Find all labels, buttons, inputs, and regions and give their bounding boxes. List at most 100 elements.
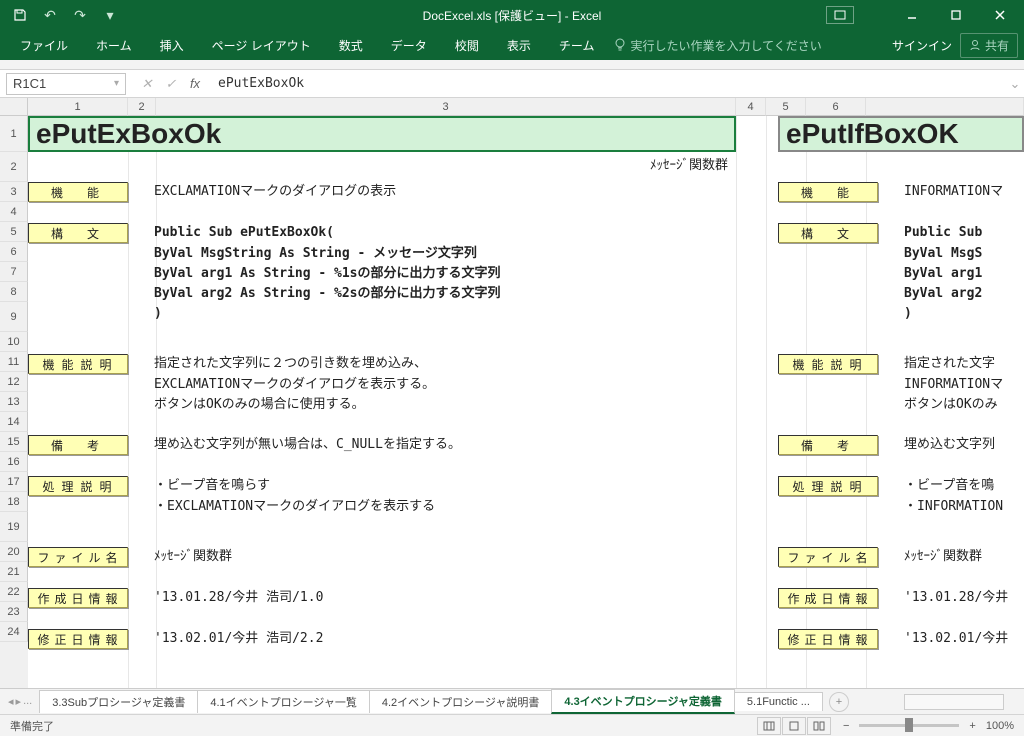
row-header[interactable]: 3 — [0, 182, 28, 202]
qat-dropdown-icon[interactable]: ▾ — [98, 3, 122, 27]
status-ready: 準備完了 — [10, 718, 54, 734]
row-header[interactable]: 11 — [0, 352, 28, 372]
expand-formula-bar-icon[interactable]: ⌄ — [1006, 76, 1024, 92]
label-koubun: 構 文 — [28, 223, 128, 243]
tab-data[interactable]: データ — [377, 31, 441, 59]
col-header[interactable]: 3 — [156, 98, 736, 116]
redo-icon[interactable]: ↷ — [68, 3, 92, 27]
col-header[interactable]: 4 — [736, 98, 766, 116]
content-setumei-r2: ボタンはOKのみ — [878, 395, 998, 415]
undo-icon[interactable]: ↶ — [38, 3, 62, 27]
content-koubun-1: ByVal MsgString As String - メッセージ文字列 — [128, 244, 477, 264]
sheet-tab[interactable]: 3.3Subプロシージャ定義書 — [39, 690, 198, 713]
row-header[interactable]: 19 — [0, 512, 28, 542]
label-kinou: 機 能 — [28, 182, 128, 202]
row-header[interactable]: 4 — [0, 202, 28, 222]
label-created: 作 成 日 情 報 — [28, 588, 128, 608]
row-header[interactable]: 1 — [0, 116, 28, 152]
cancel-formula-icon[interactable]: ✕ — [136, 76, 158, 92]
tab-team[interactable]: チーム — [545, 31, 609, 59]
row-header[interactable]: 8 — [0, 282, 28, 302]
col-header[interactable]: 2 — [128, 98, 156, 116]
content-kinou: EXCLAMATIONマークのダイアログの表示 — [128, 182, 396, 203]
tab-view[interactable]: 表示 — [493, 31, 545, 59]
close-button[interactable] — [980, 1, 1020, 29]
minimize-button[interactable] — [892, 1, 932, 29]
content-kinou-r: INFORMATIONマ — [878, 182, 1003, 203]
content-setumei-r1: INFORMATIONマ — [878, 375, 1003, 395]
doc-header-right: ePutIfBoxOK — [778, 116, 1024, 152]
formula-bar-buttons: ✕ ✓ fx — [132, 76, 210, 92]
sheet-nav-prev-icon[interactable]: ▸ — [16, 695, 22, 708]
status-bar: 準備完了 − + 100% — [0, 714, 1024, 736]
name-box[interactable]: R1C1 ▾ — [6, 73, 126, 95]
cells-area[interactable]: ePutExBoxOk ﾒｯｾｰｼﾞ関数群 機 能 EXCLAMATIONマーク… — [28, 116, 1024, 688]
content-koubun-2: ByVal arg1 As String - %1sの部分に出力する文字列 — [128, 264, 501, 284]
row-header[interactable]: 9 — [0, 302, 28, 332]
row-header[interactable]: 20 — [0, 542, 28, 562]
row-headers: 1 2 3 4 5 6 7 8 9 10 11 12 13 14 15 16 1… — [0, 116, 28, 688]
sheet-nav-first-icon[interactable]: ◂ — [8, 695, 14, 708]
insert-function-icon[interactable]: fx — [184, 76, 206, 91]
col-header[interactable] — [866, 98, 1024, 116]
row-header[interactable]: 23 — [0, 602, 28, 622]
label-bikou-r: 備 考 — [778, 435, 878, 455]
content-shori-r1: ・INFORMATION — [878, 497, 1003, 517]
label-updated: 修 正 日 情 報 — [28, 629, 128, 649]
horizontal-scrollbar[interactable] — [904, 694, 1004, 710]
row-header[interactable]: 10 — [0, 332, 28, 352]
ribbon-display-icon[interactable] — [826, 6, 854, 24]
sheet-overflow-prev[interactable]: ... — [23, 695, 32, 708]
zoom-slider[interactable] — [859, 724, 959, 727]
quick-access-toolbar: ↶ ↷ ▾ — [8, 3, 122, 27]
sheet-tab[interactable]: 4.2イベントプロシージャ説明書 — [369, 690, 553, 713]
row-header[interactable]: 16 — [0, 452, 28, 472]
doc-header-left[interactable]: ePutExBoxOk — [28, 116, 736, 152]
col-header[interactable]: 5 — [766, 98, 806, 116]
row-header[interactable]: 6 — [0, 242, 28, 262]
col-header[interactable]: 1 — [28, 98, 128, 116]
normal-view-icon[interactable] — [757, 717, 781, 735]
content-file: ﾒｯｾｰｼﾞ関数群 — [128, 547, 232, 568]
sign-in-link[interactable]: サインイン — [892, 37, 952, 54]
zoom-out-button[interactable]: − — [843, 720, 849, 732]
row-header[interactable]: 5 — [0, 222, 28, 242]
sheet-tab-active[interactable]: 4.3イベントプロシージャ定義書 — [551, 689, 735, 714]
tab-review[interactable]: 校閲 — [441, 31, 493, 59]
share-button[interactable]: 共有 — [960, 33, 1018, 58]
tab-page-layout[interactable]: ページ レイアウト — [198, 31, 325, 59]
label-created-r: 作 成 日 情 報 — [778, 588, 878, 608]
row-header[interactable]: 12 — [0, 372, 28, 392]
row-header[interactable]: 13 — [0, 392, 28, 412]
sheet-tab[interactable]: 4.1イベントプロシージャ一覧 — [197, 690, 370, 713]
zoom-in-button[interactable]: + — [969, 720, 975, 732]
zoom-controls: − + 100% — [843, 720, 1014, 732]
row-header[interactable]: 24 — [0, 622, 28, 642]
row-header[interactable]: 7 — [0, 262, 28, 282]
row-header[interactable]: 14 — [0, 412, 28, 432]
row-header[interactable]: 2 — [0, 152, 28, 182]
row-header[interactable]: 17 — [0, 472, 28, 492]
row-header[interactable]: 15 — [0, 432, 28, 452]
formula-input[interactable]: ePutExBoxOk — [210, 76, 1006, 91]
tab-home[interactable]: ホーム — [82, 31, 146, 59]
save-icon[interactable] — [8, 3, 32, 27]
page-break-view-icon[interactable] — [807, 717, 831, 735]
sheet-tab-bar: ◂ ▸ ... 3.3Subプロシージャ定義書 4.1イベントプロシージャ一覧 … — [0, 688, 1024, 714]
zoom-level[interactable]: 100% — [986, 720, 1014, 732]
maximize-button[interactable] — [936, 1, 976, 29]
row-header[interactable]: 21 — [0, 562, 28, 582]
tell-me-search[interactable]: 実行したい作業を入力してください — [614, 37, 821, 54]
tab-insert[interactable]: 挿入 — [146, 31, 198, 59]
row-header[interactable]: 18 — [0, 492, 28, 512]
page-layout-view-icon[interactable] — [782, 717, 806, 735]
sheet-tab[interactable]: 5.1Functic ... — [734, 692, 823, 711]
enter-formula-icon[interactable]: ✓ — [160, 76, 182, 92]
row-header[interactable]: 22 — [0, 582, 28, 602]
col-header[interactable]: 6 — [806, 98, 866, 116]
tab-formulas[interactable]: 数式 — [325, 31, 377, 59]
select-all-corner[interactable] — [0, 98, 28, 116]
tab-file[interactable]: ファイル — [6, 31, 82, 59]
content-koubun-r3: ByVal arg2 — [878, 284, 982, 304]
add-sheet-button[interactable]: + — [829, 692, 849, 712]
